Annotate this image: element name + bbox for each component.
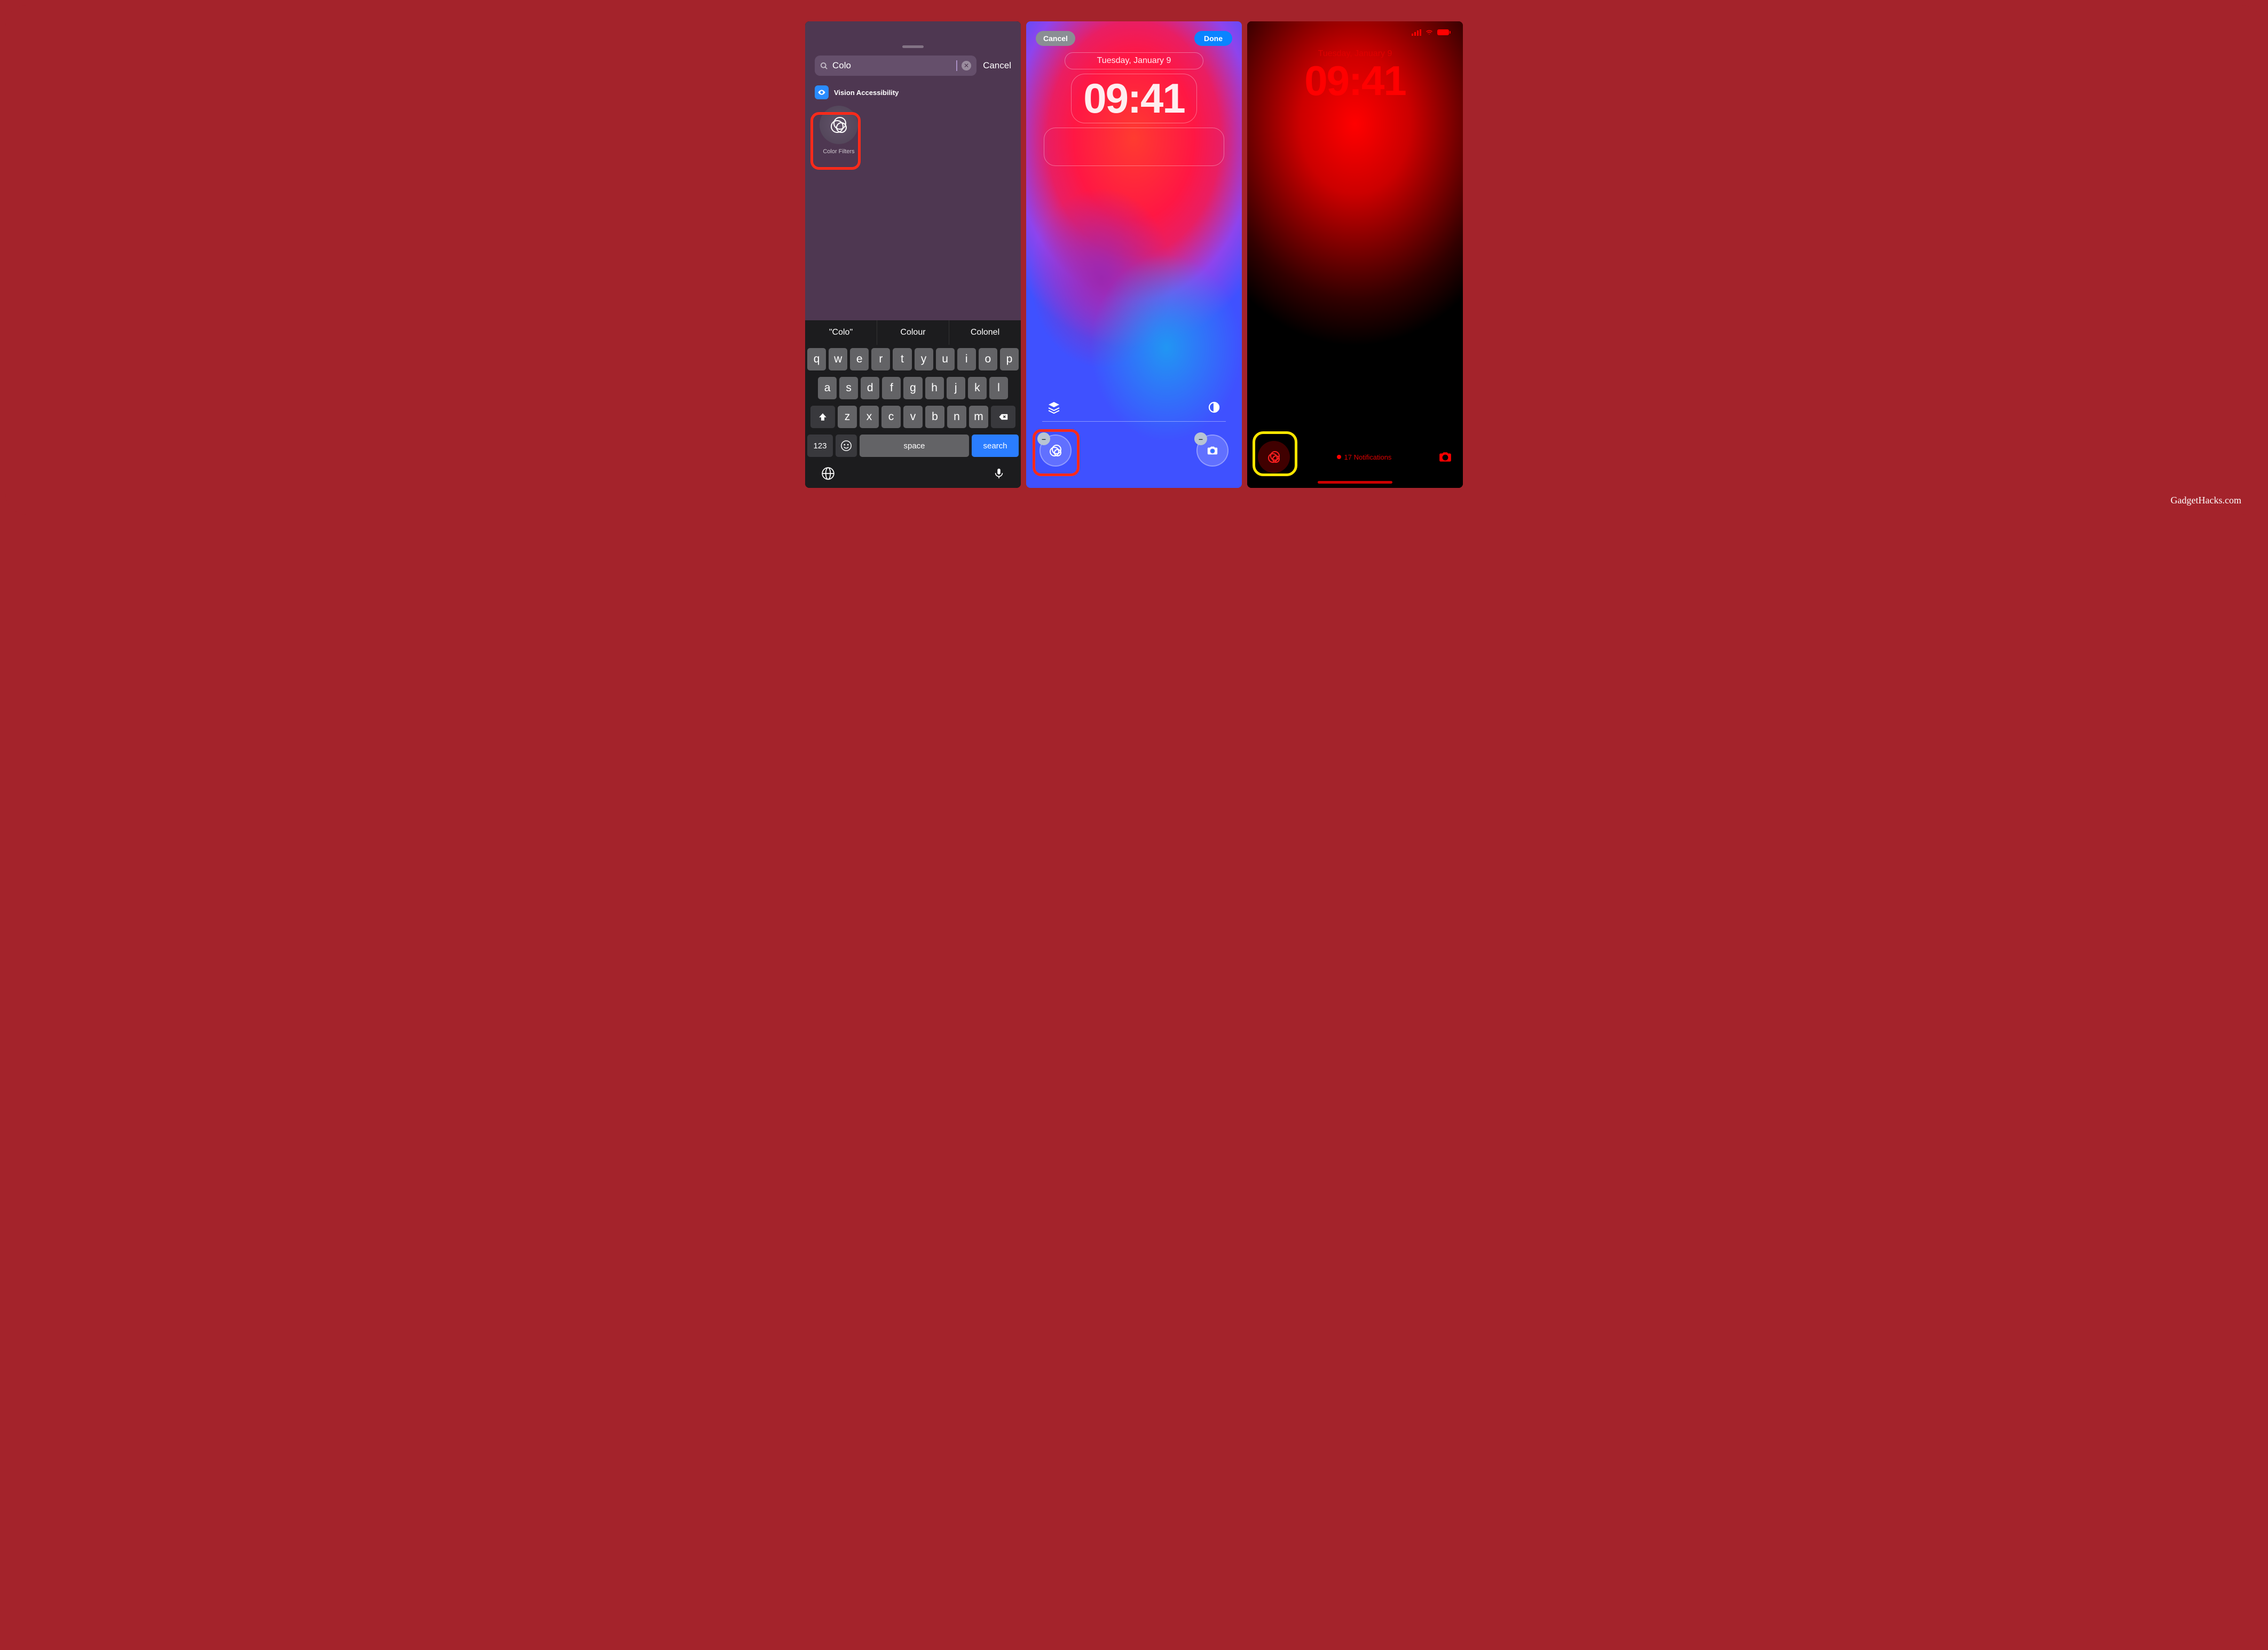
key-backspace[interactable] <box>991 406 1015 428</box>
key-search[interactable]: search <box>972 435 1019 457</box>
key-v[interactable]: v <box>903 406 923 428</box>
key-123[interactable]: 123 <box>807 435 833 457</box>
section-header: Vision Accessibility <box>805 83 1021 106</box>
notification-count-text: 17 Notifications <box>1344 453 1392 461</box>
screen-2-lockscreen-editor: Cancel Done Tuesday, January 9 09:41 <box>1026 21 1242 488</box>
bottom-widget-slot[interactable] <box>1044 128 1225 166</box>
editor-tool-row <box>1037 401 1231 421</box>
lockscreen-editor-top: Cancel Done Tuesday, January 9 09:41 <box>1026 21 1242 166</box>
keyboard-footer <box>805 460 1021 483</box>
key-m[interactable]: m <box>969 406 988 428</box>
notifications-summary[interactable]: 17 Notifications <box>1337 453 1392 461</box>
cancel-button[interactable]: Cancel <box>1036 31 1075 46</box>
image-frame: Colo ✕ Cancel Vision Accessibility <box>5 5 2263 515</box>
key-a[interactable]: a <box>818 377 837 399</box>
done-button[interactable]: Done <box>1194 31 1232 46</box>
appearance-icon[interactable] <box>1208 401 1220 414</box>
suggestion-1[interactable]: "Colo" <box>805 320 877 345</box>
key-row-1: q w e r t y u i o p <box>805 345 1021 374</box>
attribution-text: GadgetHacks.com <box>2171 495 2241 506</box>
lockscreen-top: Tuesday, January 9 09:41 <box>1247 21 1463 105</box>
key-b[interactable]: b <box>925 406 944 428</box>
right-quick-action[interactable]: – <box>1196 435 1228 467</box>
key-shift[interactable] <box>810 406 835 428</box>
annotation-highlight-1 <box>810 112 861 170</box>
key-o[interactable]: o <box>979 348 997 370</box>
key-s[interactable]: s <box>839 377 858 399</box>
screen-3-lockscreen-red-filter: Tuesday, January 9 09:41 17 Notification… <box>1247 21 1463 488</box>
key-row-4: 123 space search <box>805 431 1021 460</box>
screen-1-widget-search: Colo ✕ Cancel Vision Accessibility <box>805 21 1021 488</box>
key-y[interactable]: y <box>915 348 933 370</box>
cancel-search-button[interactable]: Cancel <box>983 60 1011 71</box>
annotation-highlight-3 <box>1253 431 1297 476</box>
search-row: Colo ✕ Cancel <box>805 48 1021 83</box>
section-title: Vision Accessibility <box>834 89 899 97</box>
remove-badge-icon[interactable]: – <box>1194 432 1207 445</box>
time-text: 09:41 <box>1247 57 1463 105</box>
key-g[interactable]: g <box>903 377 922 399</box>
keyboard: "Colo" Colour Colonel q w e r t y u i o … <box>805 320 1021 488</box>
key-q[interactable]: q <box>807 348 826 370</box>
key-l[interactable]: l <box>989 377 1008 399</box>
key-x[interactable]: x <box>860 406 879 428</box>
screens-container: Colo ✕ Cancel Vision Accessibility <box>21 21 2247 488</box>
key-c[interactable]: c <box>881 406 901 428</box>
date-text: Tuesday, January 9 <box>1097 56 1171 65</box>
globe-icon[interactable] <box>821 467 835 480</box>
key-p[interactable]: p <box>1000 348 1019 370</box>
home-indicator[interactable] <box>1318 481 1392 484</box>
search-icon <box>820 62 828 70</box>
key-u[interactable]: u <box>936 348 955 370</box>
layers-icon[interactable] <box>1048 401 1060 414</box>
key-w[interactable]: w <box>829 348 847 370</box>
camera-icon <box>1207 445 1218 456</box>
clear-search-icon[interactable]: ✕ <box>962 61 971 70</box>
key-emoji[interactable] <box>836 435 857 457</box>
text-caret <box>956 60 957 71</box>
widget-picker-sheet: Colo ✕ Cancel Vision Accessibility <box>805 21 1021 326</box>
suggestion-3[interactable]: Colonel <box>949 320 1021 345</box>
key-row-3: z x c v b n m <box>805 402 1021 431</box>
dictation-icon[interactable] <box>993 467 1005 480</box>
vision-accessibility-icon <box>815 85 829 99</box>
search-query-text: Colo <box>832 60 952 71</box>
key-k[interactable]: k <box>968 377 987 399</box>
divider <box>1042 421 1226 422</box>
key-e[interactable]: e <box>850 348 869 370</box>
annotation-highlight-2 <box>1033 429 1080 476</box>
lockscreen-editor-bottom: – – <box>1026 401 1242 488</box>
key-j[interactable]: j <box>947 377 965 399</box>
key-f[interactable]: f <box>882 377 901 399</box>
key-r[interactable]: r <box>871 348 890 370</box>
key-space[interactable]: space <box>860 435 969 457</box>
notification-dot-icon <box>1337 455 1341 459</box>
key-n[interactable]: n <box>947 406 966 428</box>
key-t[interactable]: t <box>893 348 911 370</box>
key-row-2: a s d f g h j k l <box>805 374 1021 402</box>
key-h[interactable]: h <box>925 377 944 399</box>
camera-quick-action[interactable] <box>1438 450 1452 464</box>
suggestion-2[interactable]: Colour <box>877 320 949 345</box>
key-i[interactable]: i <box>957 348 976 370</box>
keyboard-suggestions: "Colo" Colour Colonel <box>805 320 1021 345</box>
time-widget-slot[interactable]: 09:41 <box>1071 74 1197 123</box>
key-z[interactable]: z <box>838 406 857 428</box>
editor-toolbar: Cancel Done <box>1036 31 1232 46</box>
date-widget-slot[interactable]: Tuesday, January 9 <box>1065 52 1203 69</box>
search-input[interactable]: Colo ✕ <box>815 56 976 76</box>
time-text: 09:41 <box>1083 75 1185 122</box>
key-d[interactable]: d <box>861 377 879 399</box>
